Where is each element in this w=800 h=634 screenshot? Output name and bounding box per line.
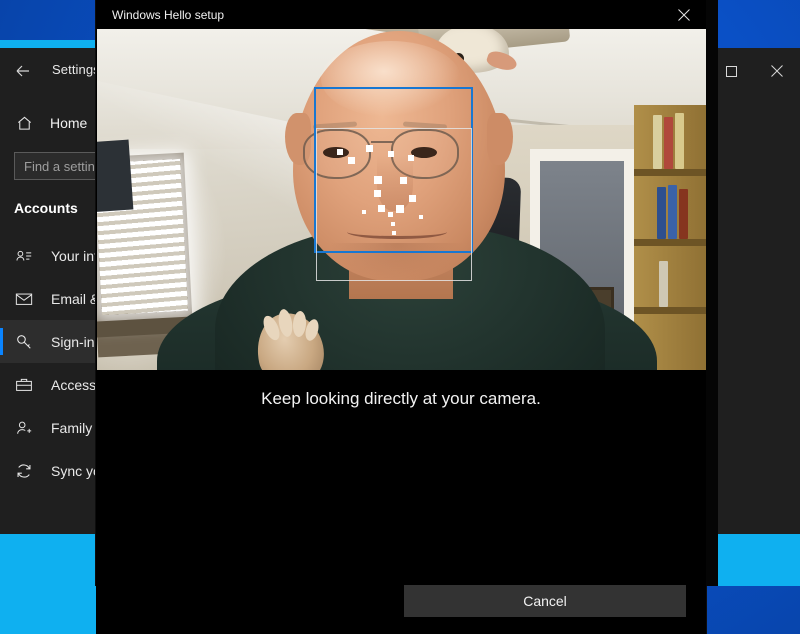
face-landmark-dot xyxy=(366,145,373,152)
face-landmark-dot xyxy=(392,231,396,235)
book xyxy=(679,189,688,239)
face-landmark-dot xyxy=(374,190,381,197)
book xyxy=(668,185,677,239)
page-title: Settings xyxy=(52,62,100,77)
dialog-right-gutter xyxy=(706,0,718,586)
face-landmark-dot xyxy=(396,205,404,213)
windows-hello-setup-dialog: Windows Hello setup Keep looking directl… xyxy=(96,0,706,634)
briefcase-icon xyxy=(14,375,34,395)
back-arrow-icon[interactable] xyxy=(10,58,36,84)
book xyxy=(653,115,662,169)
dialog-title: Windows Hello setup xyxy=(112,8,225,22)
sync-icon xyxy=(14,461,34,481)
sidebar-item-label-home: Home xyxy=(50,115,88,131)
face-landmark-dot xyxy=(388,212,393,217)
book xyxy=(657,187,666,239)
close-icon[interactable] xyxy=(661,0,706,29)
cancel-button[interactable]: Cancel xyxy=(404,585,686,617)
camera-scene xyxy=(97,29,706,370)
face-landmark-dot xyxy=(400,177,407,184)
key-icon xyxy=(14,332,34,352)
wall-picture-frame xyxy=(97,139,134,213)
face-landmark-dot xyxy=(409,195,416,202)
face-landmark-dot xyxy=(388,151,394,157)
bookshelf-shelf xyxy=(634,239,706,246)
face-landmark-dot xyxy=(419,215,423,219)
add-person-icon xyxy=(14,418,34,438)
nav-section-title: Accounts xyxy=(14,200,78,216)
dialog-titlebar[interactable]: Windows Hello setup xyxy=(96,0,706,29)
taskbar-accent-strip xyxy=(0,586,96,634)
book xyxy=(675,113,684,169)
close-button[interactable] xyxy=(754,48,800,94)
face-landmark-dot xyxy=(348,157,355,164)
contact-card-icon xyxy=(14,246,34,266)
bookshelf-shelf xyxy=(634,307,706,314)
home-icon xyxy=(14,113,34,133)
book xyxy=(664,117,673,169)
camera-preview xyxy=(97,29,706,370)
screen: Settings Home Find a setting Accounts Yo… xyxy=(0,0,800,634)
face-landmark-dot xyxy=(362,210,366,214)
instruction-text: Keep looking directly at your camera. xyxy=(261,389,541,408)
window-controls xyxy=(708,48,800,94)
face-landmark-dot xyxy=(391,222,395,226)
face-landmark-dot xyxy=(408,155,414,161)
book xyxy=(659,261,668,307)
bookshelf-shelf xyxy=(634,169,706,176)
face-landmark-dot xyxy=(378,205,385,212)
face-landmark-dot xyxy=(337,149,343,155)
face-landmark-dot xyxy=(374,176,382,184)
mail-icon xyxy=(14,289,34,309)
